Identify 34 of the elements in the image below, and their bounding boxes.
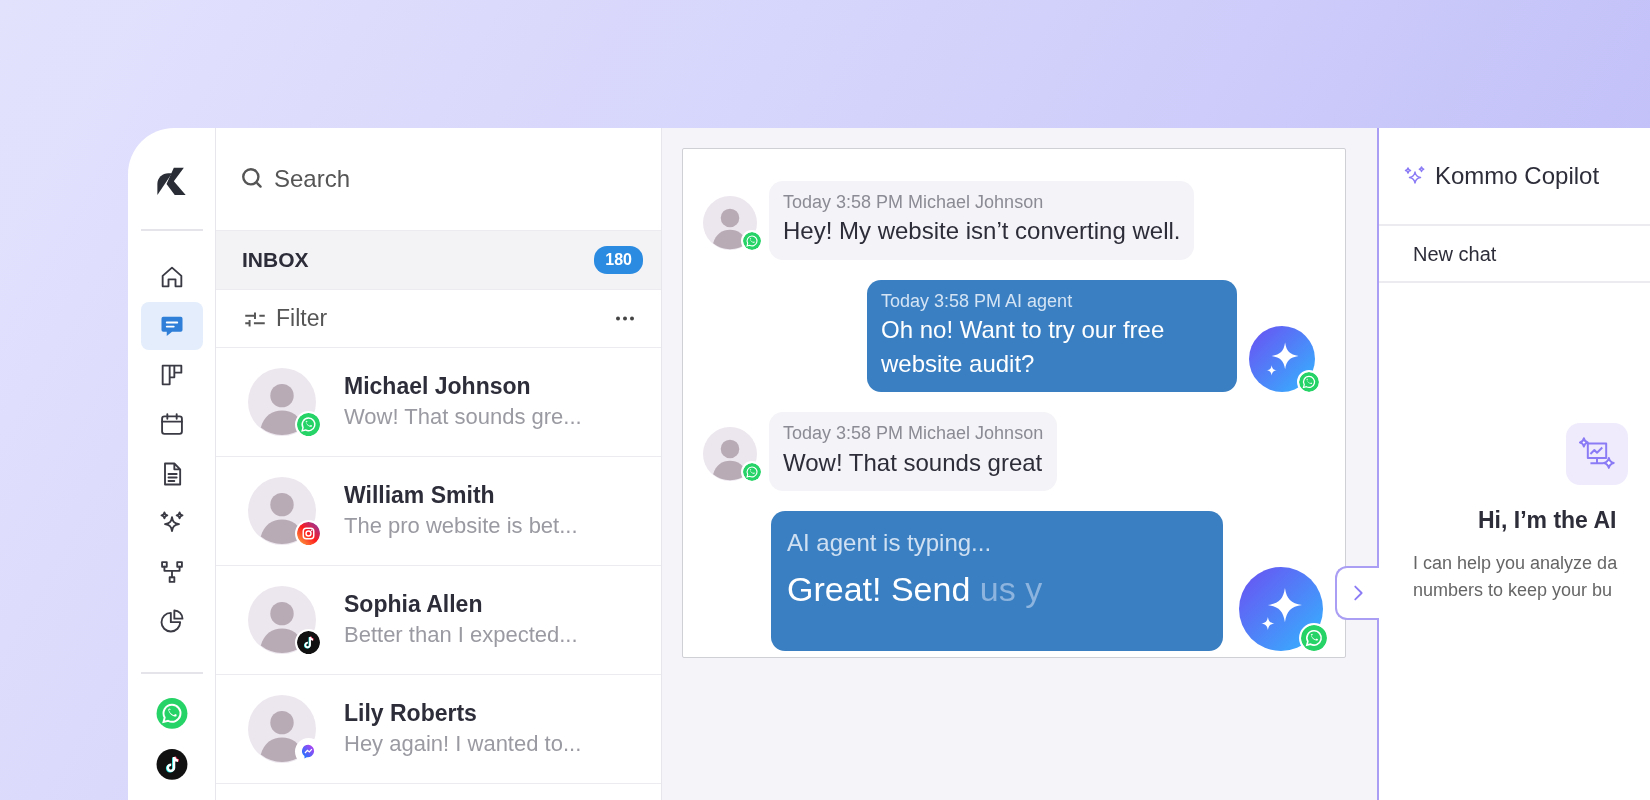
inbox-title: INBOX xyxy=(242,247,309,274)
tiktok-icon[interactable] xyxy=(155,749,188,780)
new-chat-tab[interactable]: New chat xyxy=(1413,238,1497,269)
filter-button[interactable]: Filter xyxy=(242,301,328,336)
message-text: Wow! That sounds great xyxy=(783,447,1044,478)
contact-name[interactable]: Michael Johnson xyxy=(344,371,582,402)
copilot-title: Kommo Copilot xyxy=(1435,161,1600,191)
message-preview: The pro website is bet... xyxy=(344,511,578,540)
contact-name[interactable]: William Smith xyxy=(344,480,578,511)
message-text: Hey! My website isn’t converting well. xyxy=(783,216,1181,247)
message-meta: Today 3:58 PM Michael Johnson xyxy=(783,422,1044,446)
message-preview: Better than I expected... xyxy=(344,620,578,649)
avatar xyxy=(703,427,757,482)
message-preview: Hey again! I wanted to... xyxy=(344,729,582,758)
message-meta: Today 3:58 PM Michael Johnson xyxy=(783,191,1045,214)
avatar xyxy=(248,477,316,545)
message-text: Great! Send us y xyxy=(787,568,1044,610)
avatar xyxy=(248,586,316,654)
contact-name[interactable]: Sophia Allen xyxy=(344,589,578,620)
unread-count: 180 xyxy=(594,246,643,274)
avatar xyxy=(248,368,316,436)
assistant-heading: Hi, I’m the AI xyxy=(1478,506,1617,535)
message-meta: AI agent is typing... xyxy=(787,528,993,559)
search-field[interactable]: Search xyxy=(274,161,574,197)
more-icon xyxy=(615,316,635,321)
avatar xyxy=(248,695,316,763)
message-preview: Wow! That sounds gre... xyxy=(344,402,582,431)
whatsapp-icon xyxy=(1299,623,1329,654)
contact-name[interactable]: Lily Roberts xyxy=(344,698,582,729)
ai-agent-avatar xyxy=(1249,326,1315,393)
message-meta: Today 3:58 PM AI agent xyxy=(881,289,1074,313)
message-text: Oh no! Want to try our free website audit? xyxy=(881,315,1166,379)
assistant-intro: I can help you analyze da numbers to keep your bu xyxy=(1413,551,1618,603)
avatar xyxy=(703,195,757,250)
